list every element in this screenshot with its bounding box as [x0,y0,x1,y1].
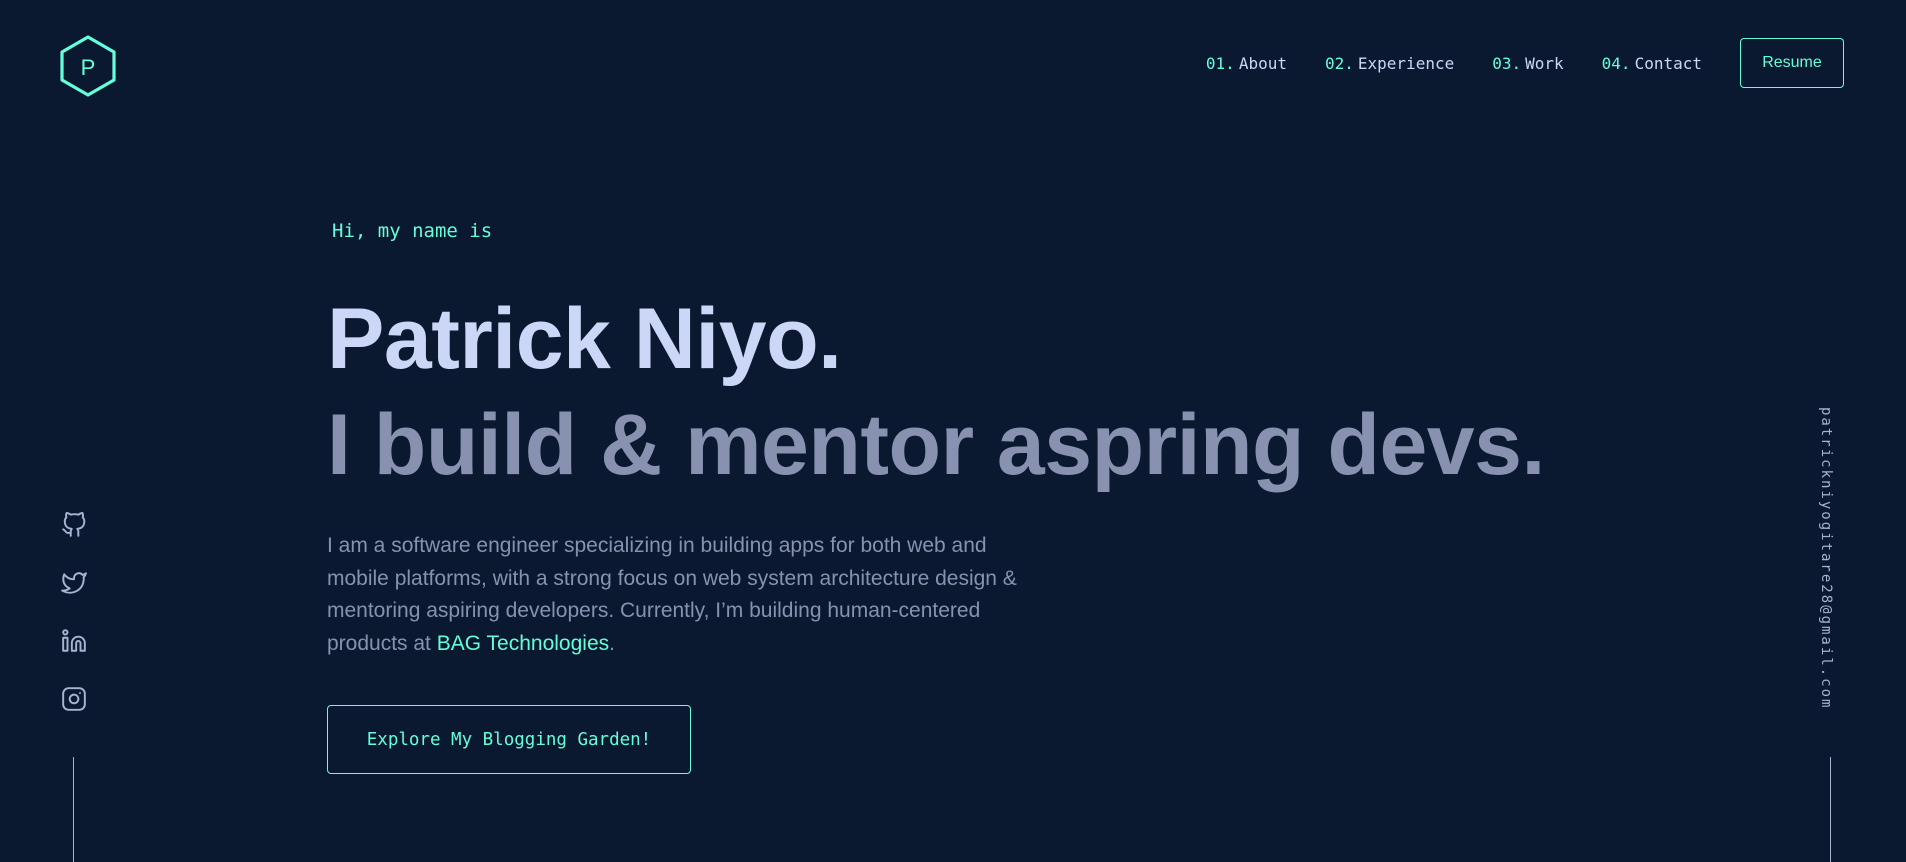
main-nav: 01. About 02. Experience 03. Work 04. Contac… [1206,38,1844,88]
bio-text: I am a software engineer specializing in… [327,534,1017,655]
nav-item-experience[interactable]: 02. Experience [1325,54,1454,73]
blog-garden-button[interactable]: Explore My Blogging Garden! [327,705,691,774]
hero-name: Patrick Niyo. [327,291,842,387]
twitter-link[interactable] [61,570,87,596]
nav-item-about[interactable]: 01. About [1206,54,1287,73]
social-links [61,512,87,744]
nav-number: 01. [1205,53,1235,73]
logo-hexagon-icon: P [60,35,116,97]
hero-greeting: Hi, my name is [332,220,493,242]
instagram-icon [62,687,86,711]
twitter-icon [61,572,87,594]
linkedin-icon [62,629,86,652]
hero-bio: I am a software engineer specializing in… [327,530,1017,660]
nav-label: Work [1525,53,1564,73]
resume-button[interactable]: Resume [1740,38,1844,88]
nav-number: 02. [1324,53,1354,73]
nav-item-contact[interactable]: 04. Contact [1602,54,1702,73]
logo-letter: P [81,55,96,80]
left-rail-line [73,757,74,862]
right-rail-line [1830,757,1831,862]
nav-label: Contact [1634,53,1702,73]
bio-end: . [609,631,615,655]
github-link[interactable] [61,512,87,538]
nav-item-work[interactable]: 03. Work [1492,54,1563,73]
instagram-link[interactable] [61,686,87,712]
hero-section: Hi, my name is Patrick Niyo. I build & m… [327,218,1627,660]
nav-label: About [1238,53,1287,73]
logo-link[interactable]: P [58,34,118,98]
nav-label: Experience [1357,53,1455,73]
email-link[interactable]: patrickniyogitare28@gmail.com [1818,407,1834,709]
company-link[interactable]: BAG Technologies [437,632,609,655]
nav-list: 01. About 02. Experience 03. Work 04. Contac… [1206,54,1740,73]
nav-number: 04. [1601,53,1631,73]
linkedin-link[interactable] [61,628,87,654]
nav-number: 03. [1492,53,1522,73]
hero-tagline: I build & mentor aspring devs. [327,397,1545,493]
github-icon [62,512,86,537]
